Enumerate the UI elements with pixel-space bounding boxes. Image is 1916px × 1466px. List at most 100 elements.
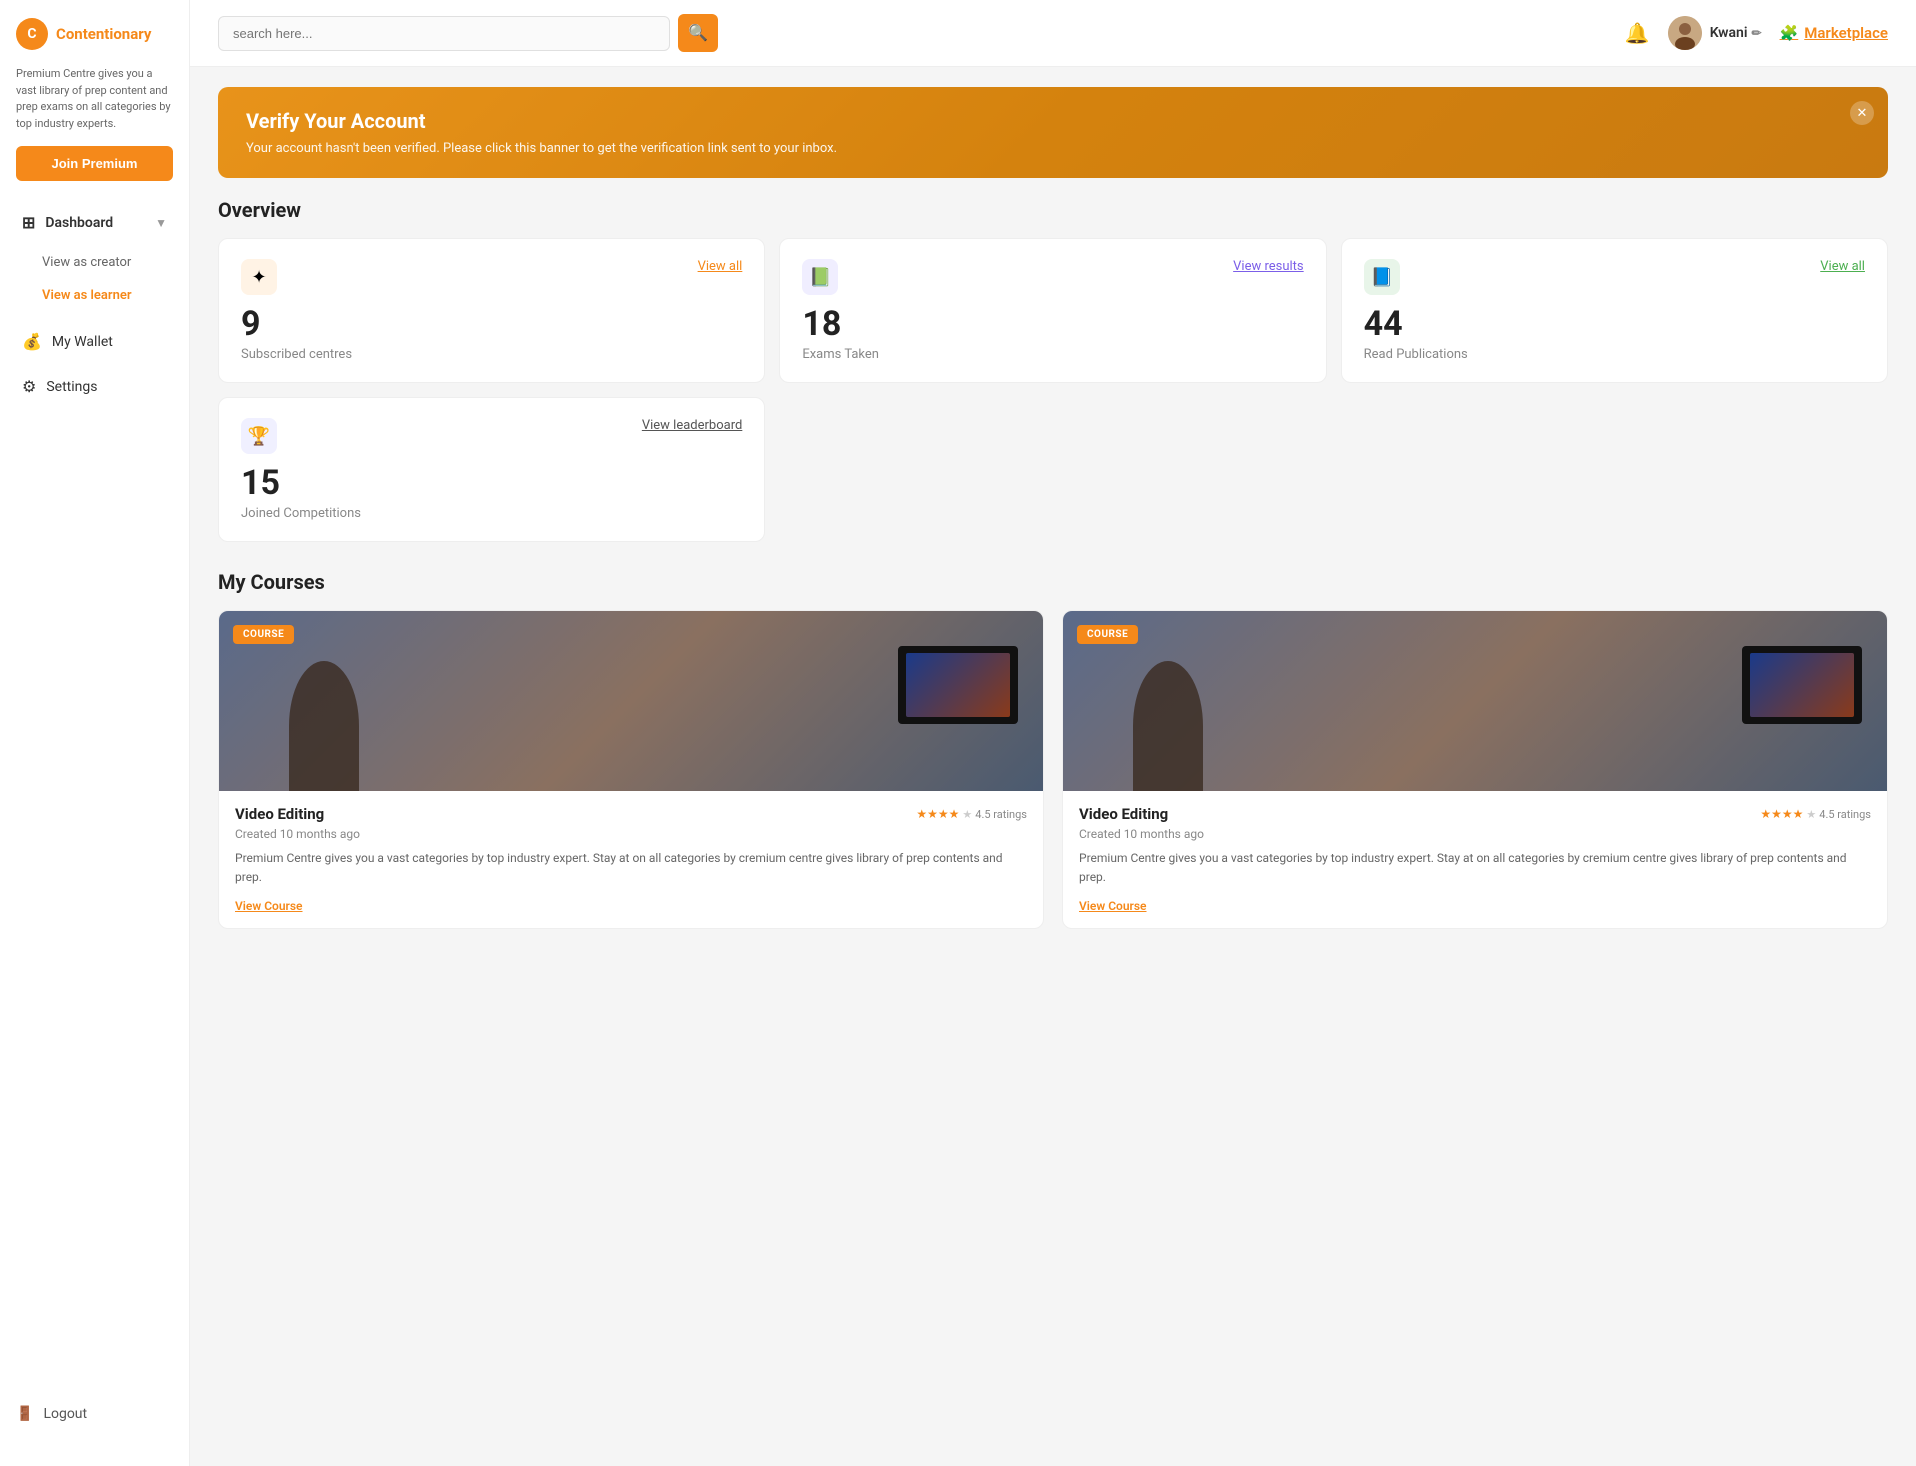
course-description-1: Premium Centre gives you a vast categori… bbox=[235, 849, 1027, 887]
wallet-label: My Wallet bbox=[52, 334, 113, 350]
marketplace-link[interactable]: 🧩 Marketplace bbox=[1780, 24, 1888, 42]
subscribed-centres-label: Subscribed centres bbox=[241, 347, 742, 362]
search-icon: 🔍 bbox=[688, 23, 708, 43]
overview-section: Overview ✦ View all 9 Subscribed centres… bbox=[218, 198, 1888, 542]
view-leaderboard-link[interactable]: View leaderboard bbox=[642, 418, 742, 433]
exams-taken-icon: 📗 bbox=[802, 259, 838, 295]
overview-title: Overview bbox=[218, 198, 1888, 222]
overview-stats-grid: ✦ View all 9 Subscribed centres 📗 View r… bbox=[218, 238, 1888, 383]
logout-button[interactable]: 🚪 Logout bbox=[16, 1398, 173, 1430]
course-title-1: Video Editing bbox=[235, 805, 324, 823]
thumbnail-person-silhouette bbox=[289, 661, 359, 791]
stars-icon-2: ★★★★ bbox=[1760, 807, 1803, 821]
course-created-1: Created 10 months ago bbox=[235, 827, 1027, 841]
competitions-label: Joined Competitions bbox=[241, 506, 742, 521]
view-all-subscribed-centres-link[interactable]: View all bbox=[698, 259, 743, 274]
verify-banner[interactable]: Verify Your Account Your account hasn't … bbox=[218, 87, 1888, 178]
view-results-link[interactable]: View results bbox=[1233, 259, 1304, 274]
exams-taken-label: Exams Taken bbox=[802, 347, 1303, 362]
search-container: 🔍 bbox=[218, 14, 718, 52]
page-body: Verify Your Account Your account hasn't … bbox=[190, 67, 1916, 1466]
notification-bell-icon[interactable]: 🔔 bbox=[1625, 21, 1650, 45]
course-thumbnail-1: COURSE bbox=[219, 611, 1043, 791]
sidebar-bottom: 🚪 Logout bbox=[0, 1382, 189, 1446]
sidebar-item-creator[interactable]: View as creator bbox=[0, 246, 189, 279]
course-thumbnail-2: COURSE bbox=[1063, 611, 1887, 791]
sidebar-item-wallet[interactable]: 💰 My Wallet bbox=[6, 320, 183, 363]
user-profile: Kwani ✏ bbox=[1668, 16, 1762, 50]
sidebar-navigation: ⊞ Dashboard ▼ View as creator View as le… bbox=[0, 201, 189, 1382]
brand-name: Contentionary bbox=[56, 25, 151, 43]
rating-label-2: 4.5 ratings bbox=[1819, 808, 1871, 821]
subscribed-centres-icon: ✦ bbox=[241, 259, 277, 295]
course-badge-1: COURSE bbox=[233, 625, 294, 644]
view-all-publications-link[interactable]: View all bbox=[1820, 259, 1865, 274]
search-input[interactable] bbox=[218, 16, 670, 51]
close-icon: ✕ bbox=[1857, 105, 1868, 121]
settings-label: Settings bbox=[46, 379, 97, 395]
sidebar-item-dashboard[interactable]: ⊞ Dashboard ▼ bbox=[6, 201, 183, 244]
course-info-1: Video Editing ★★★★★ 4.5 ratings Created … bbox=[219, 791, 1043, 928]
half-star-icon: ★ bbox=[962, 808, 972, 821]
thumbnail-person-silhouette-2 bbox=[1133, 661, 1203, 791]
read-publications-label: Read Publications bbox=[1364, 347, 1865, 362]
course-rating-1: ★★★★★ 4.5 ratings bbox=[916, 807, 1027, 821]
course-rating-2: ★★★★★ 4.5 ratings bbox=[1760, 807, 1871, 821]
logo-icon: C bbox=[16, 18, 48, 50]
stat-card-competitions: 🏆 View leaderboard 15 Joined Competition… bbox=[218, 397, 765, 542]
read-publications-count: 44 bbox=[1364, 307, 1865, 341]
subscribed-centres-count: 9 bbox=[241, 307, 742, 341]
verify-title: Verify Your Account bbox=[246, 109, 1860, 133]
logout-label: Logout bbox=[43, 1406, 87, 1422]
dashboard-icon: ⊞ bbox=[22, 213, 35, 232]
rating-label-1: 4.5 ratings bbox=[975, 808, 1027, 821]
courses-section-title: My Courses bbox=[218, 570, 1888, 594]
marketplace-icon: 🧩 bbox=[1780, 24, 1799, 42]
chevron-down-icon: ▼ bbox=[155, 216, 167, 230]
stat-card-exams-taken: 📗 View results 18 Exams Taken bbox=[779, 238, 1326, 383]
brand-tagline: Premium Centre gives you a vast library … bbox=[0, 60, 189, 146]
main-content: 🔍 🔔 Kwani ✏ 🧩 Market bbox=[190, 0, 1916, 1466]
course-info-2: Video Editing ★★★★★ 4.5 ratings Created … bbox=[1063, 791, 1887, 928]
sidebar-item-settings[interactable]: ⚙ Settings bbox=[6, 365, 183, 408]
verify-close-button[interactable]: ✕ bbox=[1850, 101, 1874, 125]
logo: C Contentionary bbox=[0, 0, 189, 60]
stat-card-subscribed-centres: ✦ View all 9 Subscribed centres bbox=[218, 238, 765, 383]
stat-card-read-publications: 📘 View all 44 Read Publications bbox=[1341, 238, 1888, 383]
header-right: 🔔 Kwani ✏ 🧩 Marketplace bbox=[1625, 16, 1888, 50]
dashboard-label: Dashboard bbox=[45, 215, 113, 231]
view-course-link-2[interactable]: View Course bbox=[1079, 899, 1147, 913]
view-as-learner-label: View as learner bbox=[42, 288, 132, 303]
stars-icon: ★★★★ bbox=[916, 807, 959, 821]
course-title-2: Video Editing bbox=[1079, 805, 1168, 823]
view-course-link-1[interactable]: View Course bbox=[235, 899, 303, 913]
half-star-icon-2: ★ bbox=[1806, 808, 1816, 821]
sidebar-item-learner[interactable]: View as learner bbox=[0, 279, 189, 312]
overview-bottom-grid: 🏆 View leaderboard 15 Joined Competition… bbox=[218, 397, 1888, 542]
marketplace-label: Marketplace bbox=[1804, 24, 1888, 42]
course-badge-2: COURSE bbox=[1077, 625, 1138, 644]
my-courses-section: My Courses COURSE bbox=[218, 570, 1888, 929]
courses-grid: COURSE Video Editing ★★★★★ 4.5 ratings C… bbox=[218, 610, 1888, 929]
user-name: Kwani ✏ bbox=[1710, 25, 1762, 41]
verify-message: Your account hasn't been verified. Pleas… bbox=[246, 141, 1860, 156]
course-card-2: COURSE Video Editing ★★★★★ 4.5 ratings C… bbox=[1062, 610, 1888, 929]
edit-profile-icon[interactable]: ✏ bbox=[1752, 26, 1762, 40]
settings-icon: ⚙ bbox=[22, 377, 36, 396]
exams-taken-count: 18 bbox=[802, 307, 1303, 341]
thumbnail-monitor-2 bbox=[1742, 646, 1862, 724]
sidebar: C Contentionary Premium Centre gives you… bbox=[0, 0, 190, 1466]
thumbnail-monitor bbox=[898, 646, 1018, 724]
logout-icon: 🚪 bbox=[16, 1406, 33, 1422]
avatar bbox=[1668, 16, 1702, 50]
search-button[interactable]: 🔍 bbox=[678, 14, 718, 52]
read-publications-icon: 📘 bbox=[1364, 259, 1400, 295]
wallet-icon: 💰 bbox=[22, 332, 42, 351]
view-as-creator-label: View as creator bbox=[42, 255, 131, 270]
join-premium-button[interactable]: Join Premium bbox=[16, 146, 173, 181]
competitions-icon: 🏆 bbox=[241, 418, 277, 454]
course-description-2: Premium Centre gives you a vast categori… bbox=[1079, 849, 1871, 887]
course-created-2: Created 10 months ago bbox=[1079, 827, 1871, 841]
header: 🔍 🔔 Kwani ✏ 🧩 Market bbox=[190, 0, 1916, 67]
course-card-1: COURSE Video Editing ★★★★★ 4.5 ratings C… bbox=[218, 610, 1044, 929]
